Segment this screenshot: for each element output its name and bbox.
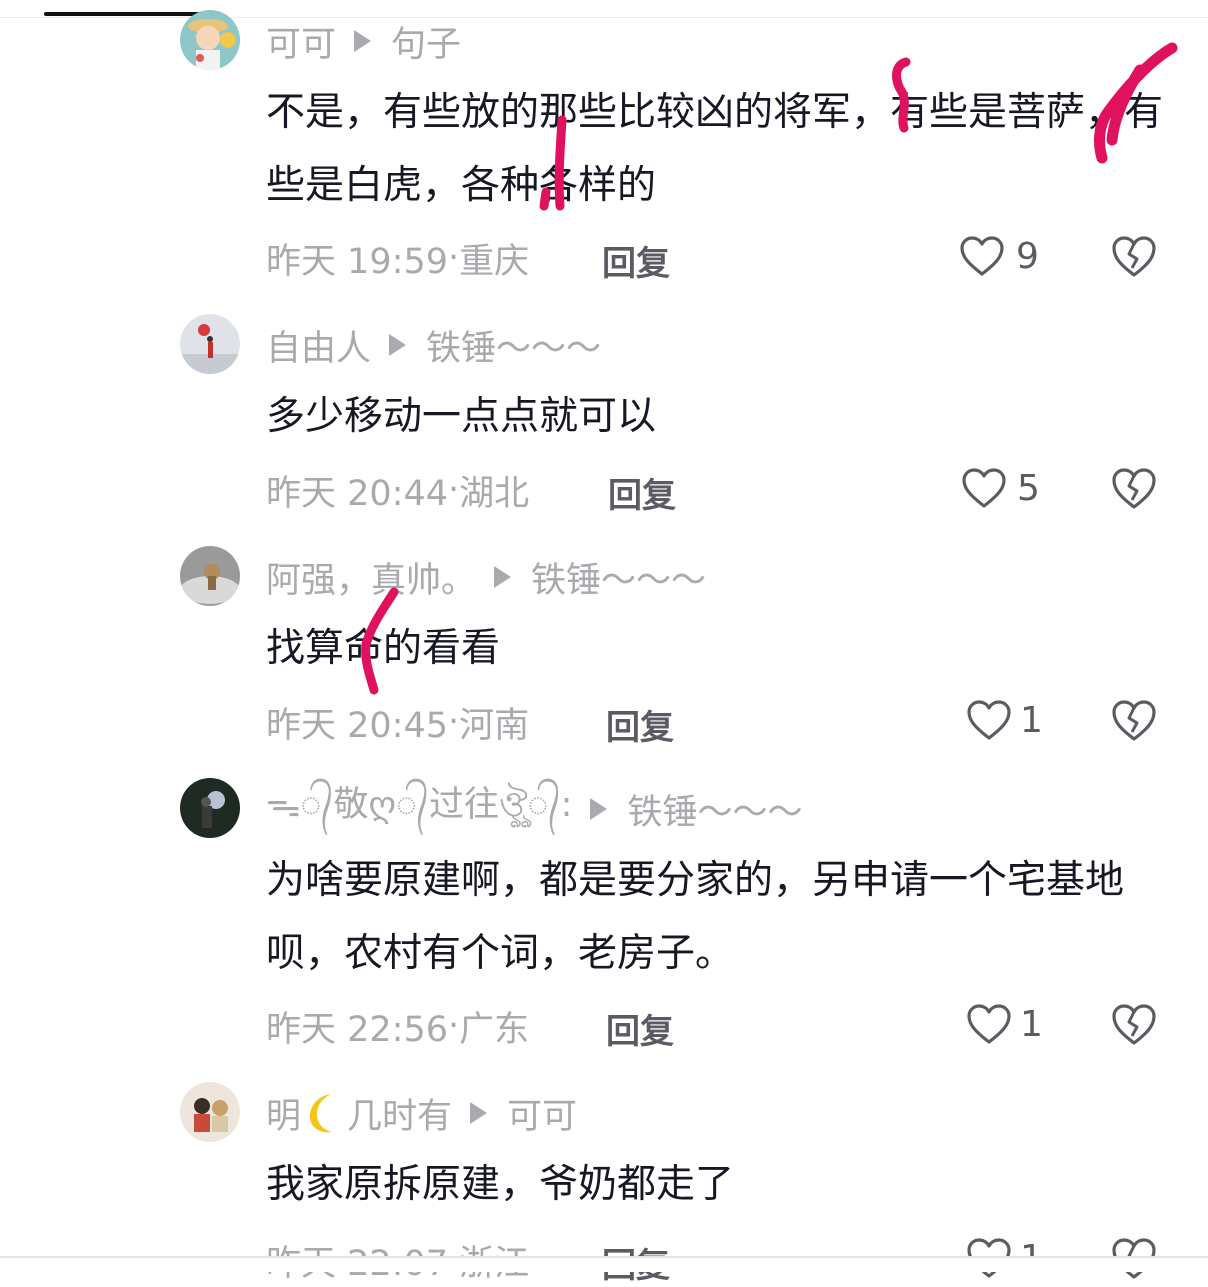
comment-footer: 昨天 20:45 · 河南 [266, 698, 529, 746]
comment-time: 昨天 20:44 [266, 473, 448, 514]
heart-outline-icon[interactable] [959, 235, 1005, 277]
comment-footer: 昨天 20:44 · 湖北 [266, 466, 529, 514]
comment-text: 找算命的看看 [266, 626, 501, 671]
avatar-image-icon [180, 546, 240, 606]
avatar[interactable] [180, 546, 240, 606]
comment-footer: 昨天 22:56 · 广东 [266, 1002, 529, 1050]
username[interactable]: ᯓ᭄敬ღ᭄过往ঔৣ᭄: [266, 776, 572, 842]
heart-outline-icon[interactable] [961, 467, 1007, 509]
comment-meta: 明 几时有 可可 [266, 1088, 577, 1139]
reply-button[interactable]: 回复 [606, 700, 674, 749]
play-triangle-icon [389, 334, 407, 356]
reply-to-username[interactable]: 铁锤～～～ [531, 552, 706, 603]
heart-outline-icon[interactable] [966, 1003, 1012, 1045]
top-divider [0, 17, 1208, 18]
reply-button[interactable]: 回复 [602, 236, 670, 285]
avatar-image-icon [180, 314, 240, 374]
broken-heart-icon[interactable] [1110, 466, 1158, 510]
comment-footer: 昨天 19:59 · 重庆 [266, 234, 529, 282]
reply-to-username[interactable]: 铁锤～～～ [426, 320, 601, 371]
avatar-image-icon [180, 1082, 240, 1142]
broken-heart-icon[interactable] [1110, 234, 1158, 278]
play-triangle-icon [494, 566, 512, 588]
play-triangle-icon [470, 1102, 488, 1124]
comment-time: 昨天 20:45 [266, 705, 448, 746]
comment-location: 广东 [459, 1009, 530, 1050]
comment-text: 我家原拆原建，爷奶都走了 [266, 1162, 735, 1207]
username-suffix[interactable]: 几时有 [347, 1088, 452, 1139]
avatar[interactable] [180, 1082, 240, 1142]
comment-meta: 可可 句子 [266, 16, 461, 67]
comment-location: 河南 [459, 705, 530, 746]
username[interactable]: 阿强，真帅。 [266, 552, 476, 603]
crescent-moon-emoji [309, 1094, 333, 1133]
comment-time: 昨天 19:59 [266, 241, 448, 282]
avatar[interactable] [180, 10, 240, 70]
reply-to-username[interactable]: 可可 [507, 1088, 577, 1139]
reply-button[interactable]: 回复 [606, 1004, 674, 1053]
reply-button[interactable]: 回复 [608, 468, 676, 517]
comment-text: 为啥要原建啊，都是要分家的，另申请一个宅基地呗，农村有个词，老房子。 [266, 858, 1125, 976]
avatar[interactable] [180, 778, 240, 838]
reply-to-username[interactable]: 铁锤～～～ [627, 784, 802, 835]
avatar[interactable] [180, 314, 240, 374]
comment-location: 重庆 [459, 241, 530, 282]
play-triangle-icon [590, 798, 608, 820]
like-count: 1 [1020, 700, 1043, 741]
username[interactable]: 可可 [266, 16, 336, 67]
avatar-image-icon [180, 778, 240, 838]
like-count: 1 [1020, 1004, 1043, 1045]
comment-meta: 阿强，真帅。 铁锤～～～ [266, 552, 706, 603]
avatar-image-icon [180, 10, 240, 70]
comment-time: 昨天 22:56 [266, 1009, 448, 1050]
play-triangle-icon [354, 30, 372, 52]
username[interactable]: 自由人 [266, 320, 371, 371]
comment-location: 湖北 [459, 473, 530, 514]
username-prefix[interactable]: 明 [266, 1088, 301, 1139]
comment-meta: ᯓ᭄敬ღ᭄过往ঔৣ᭄: 铁锤～～～ [266, 784, 802, 835]
like-count: 9 [1016, 236, 1039, 277]
like-count: 5 [1017, 468, 1040, 509]
broken-heart-icon[interactable] [1110, 698, 1158, 742]
bottom-strip [0, 1258, 1208, 1272]
broken-heart-icon[interactable] [1110, 1002, 1158, 1046]
comment-meta: 自由人 铁锤～～～ [266, 320, 601, 371]
reply-to-username[interactable]: 句子 [391, 16, 461, 67]
comment-text: 多少移动一点点就可以 [266, 394, 657, 439]
comment-text: 不是，有些放的那些比较凶的将军，有些是菩萨，有些是白虎，各种各样的 [266, 90, 1164, 208]
heart-outline-icon[interactable] [966, 699, 1012, 741]
